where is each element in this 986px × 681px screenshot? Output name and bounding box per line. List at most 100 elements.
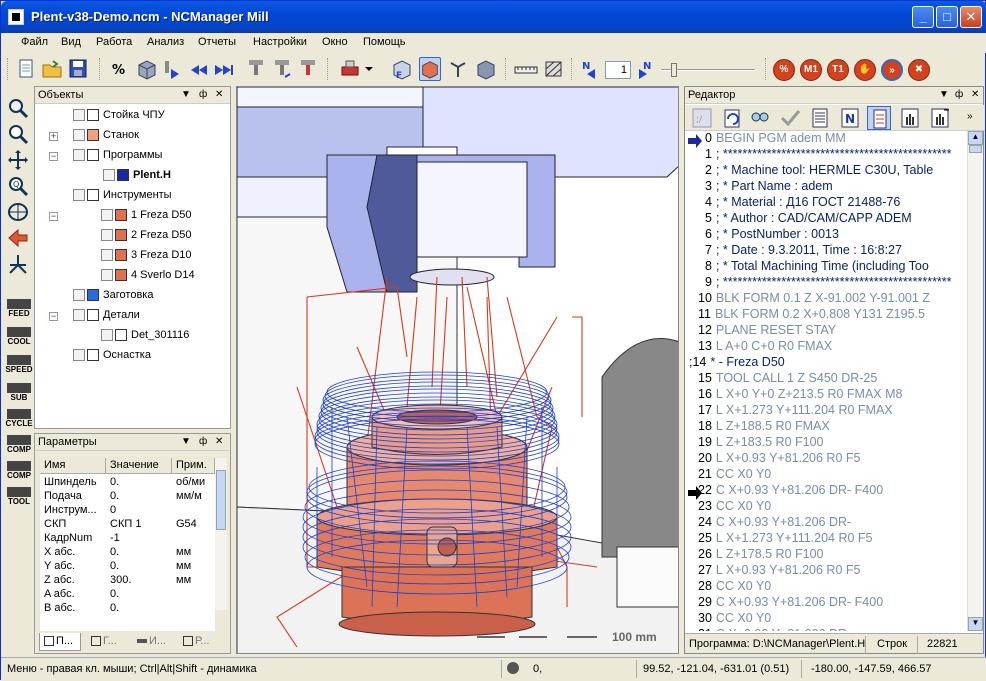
workpiece-icon[interactable] (339, 57, 361, 81)
n-number-icon[interactable]: N (839, 107, 861, 129)
tool-red-icon[interactable] (297, 57, 319, 81)
code-line[interactable]: 2; * Machine tool: HERMLE C30U, Table (705, 163, 933, 179)
back-arrow-icon[interactable] (6, 227, 30, 249)
menu-analysis[interactable]: Анализ (147, 36, 184, 48)
save-icon[interactable] (67, 57, 89, 81)
follow-icon[interactable] (867, 106, 891, 130)
chevron-down-icon[interactable] (363, 57, 375, 81)
toolbar-grip[interactable] (765, 58, 768, 80)
view-axes-icon[interactable] (447, 57, 469, 81)
hand-icon[interactable] (899, 107, 921, 129)
zoom-window-icon[interactable] (6, 97, 30, 119)
menu-work[interactable]: Работа (96, 36, 132, 48)
code-line[interactable]: 10 BLK FORM 0.1 Z X-91.002 Y-91.001 Z (698, 291, 930, 307)
code-line[interactable]: 7; * Date : 9.3.2011, Time : 16:8:27 (705, 243, 902, 259)
collapse-icon[interactable]: − (49, 312, 58, 321)
code-line[interactable]: 26 L Z+178.5 R0 F100 (698, 547, 824, 563)
tool-down-icon[interactable] (245, 57, 267, 81)
panel-menu-icon[interactable]: ▼ (181, 436, 191, 447)
panel-menu-icon[interactable]: ▼ (181, 89, 191, 100)
code-line[interactable]: 29 C X+0.93 Y+81.206 DR- F400 (698, 595, 883, 611)
tab-tools[interactable]: И... (133, 633, 177, 651)
panel-menu-icon[interactable]: ▼ (939, 89, 949, 100)
menu-view[interactable]: Вид (61, 36, 81, 48)
section-icon[interactable] (543, 57, 565, 81)
code-line[interactable]: 23 CC X0 Y0 (698, 499, 771, 515)
code-line[interactable]: 22 C X+0.93 Y+81.206 DR- F400 (698, 483, 883, 499)
sub-toggle[interactable]: SUB (4, 383, 34, 402)
toolbar-grip[interactable] (505, 58, 508, 80)
code-line[interactable]: 13 L A+0 C+0 R0 FMAX (698, 339, 832, 355)
list-icon[interactable] (809, 107, 831, 129)
pan-icon[interactable] (6, 149, 30, 171)
code-line[interactable]: ;14 * - Freza D50 (689, 355, 785, 371)
n-back-icon[interactable]: N (579, 57, 601, 81)
col-header-name[interactable]: Имя (40, 458, 106, 474)
scroll-thumb[interactable] (969, 145, 982, 153)
panel-close-icon[interactable]: ✕ (215, 89, 223, 100)
view-solid-icon[interactable] (475, 57, 497, 81)
rotate-icon[interactable] (6, 201, 30, 223)
collapse-icon[interactable]: − (49, 212, 58, 221)
hand-add-icon[interactable] (929, 107, 951, 129)
axes-icon[interactable] (6, 253, 30, 275)
code-line[interactable]: 8; * Total Machining Time (including Too (705, 259, 929, 275)
toolbar-grip[interactable] (571, 58, 574, 80)
zoom-icon[interactable] (6, 123, 30, 145)
step-input[interactable]: 1 (605, 61, 631, 79)
code-line[interactable]: 12 PLANE RESET STAY (698, 323, 836, 339)
col-header-note[interactable]: Прим. (172, 458, 215, 474)
n-forward-icon[interactable]: N (635, 57, 657, 81)
toolbar-grip[interactable] (7, 58, 10, 80)
code-line[interactable]: 18 L Z+188.5 R0 FMAX (698, 419, 830, 435)
menu-window[interactable]: Окно (322, 36, 348, 48)
panel-close-icon[interactable]: ✕ (215, 436, 223, 447)
stock-cube-icon[interactable] (135, 57, 157, 81)
m1-button[interactable]: M1 (800, 59, 822, 81)
view-iso-icon[interactable] (419, 57, 441, 81)
slider-thumb[interactable] (671, 63, 677, 77)
menu-settings[interactable]: Настройки (253, 36, 307, 48)
new-file-icon[interactable] (15, 57, 37, 81)
comp-toggle[interactable]: COMP (4, 435, 34, 454)
comp2-toggle[interactable]: COMP (4, 461, 34, 480)
code-line[interactable]: 24 C X+0.93 Y+81.206 DR- (698, 515, 851, 531)
check-icon[interactable] (779, 107, 801, 129)
stop-button[interactable]: ✖ (908, 59, 930, 81)
open-folder-icon[interactable] (41, 57, 63, 81)
viewport-3d[interactable]: 100 mm (236, 86, 679, 654)
code-line[interactable]: 21 CC X0 Y0 (698, 467, 771, 483)
view-front-icon[interactable]: F (391, 57, 413, 81)
code-view[interactable]: 0 BEGIN PGM adem MM 1; *******************… (689, 131, 965, 631)
toolbar-grip[interactable] (99, 58, 102, 80)
menu-help[interactable]: Помощь (363, 36, 406, 48)
fast-forward-icon[interactable] (213, 57, 235, 81)
pin-icon[interactable]: ф (955, 89, 963, 100)
zoom-fit-icon[interactable]: Q (6, 175, 30, 197)
editor-scrollbar[interactable]: ▲ ▼ (967, 131, 983, 631)
menu-reports[interactable]: Отчеты (198, 36, 236, 48)
t1-button[interactable]: T1 (827, 59, 849, 81)
toolbar-grip[interactable] (327, 58, 330, 80)
speed-slider[interactable] (661, 61, 757, 79)
maximize-button[interactable]: □ (936, 6, 958, 28)
params-scrollbar[interactable] (215, 458, 227, 610)
feed-toggle[interactable]: FEED (4, 299, 34, 318)
code-line[interactable]: 5; * Author : CAD/CAM/CAPP ADEM (705, 211, 912, 227)
code-line[interactable]: 6; * PostNumber : 0013 (705, 227, 839, 243)
tool-toggle[interactable]: TOOL (4, 487, 34, 506)
code-line[interactable]: 30 CC X0 Y0 (698, 611, 771, 627)
percent-red-button[interactable]: % (773, 59, 795, 81)
code-line[interactable]: 16 L X+0 Y+0 Z+213.5 R0 FMAX M8 (698, 387, 902, 403)
menu-file[interactable]: Файл (21, 36, 48, 48)
cool-toggle[interactable]: COOL (4, 327, 34, 346)
ruler-icon[interactable] (513, 57, 539, 81)
code-line[interactable]: 25 L X+1.273 Y+111.204 R0 F5 (698, 531, 873, 547)
refresh-icon[interactable] (721, 107, 743, 129)
cycle-toggle[interactable]: CYCLE (4, 409, 34, 428)
speed-toggle[interactable]: SPEED (4, 355, 34, 374)
minimize-button[interactable]: _ (912, 6, 934, 28)
close-button[interactable]: ✕ (960, 6, 982, 28)
panel-close-icon[interactable]: ✕ (971, 89, 979, 100)
code-line[interactable]: 11 BLK FORM 0.2 X+0.808 Y131 Z195.5 (698, 307, 925, 323)
